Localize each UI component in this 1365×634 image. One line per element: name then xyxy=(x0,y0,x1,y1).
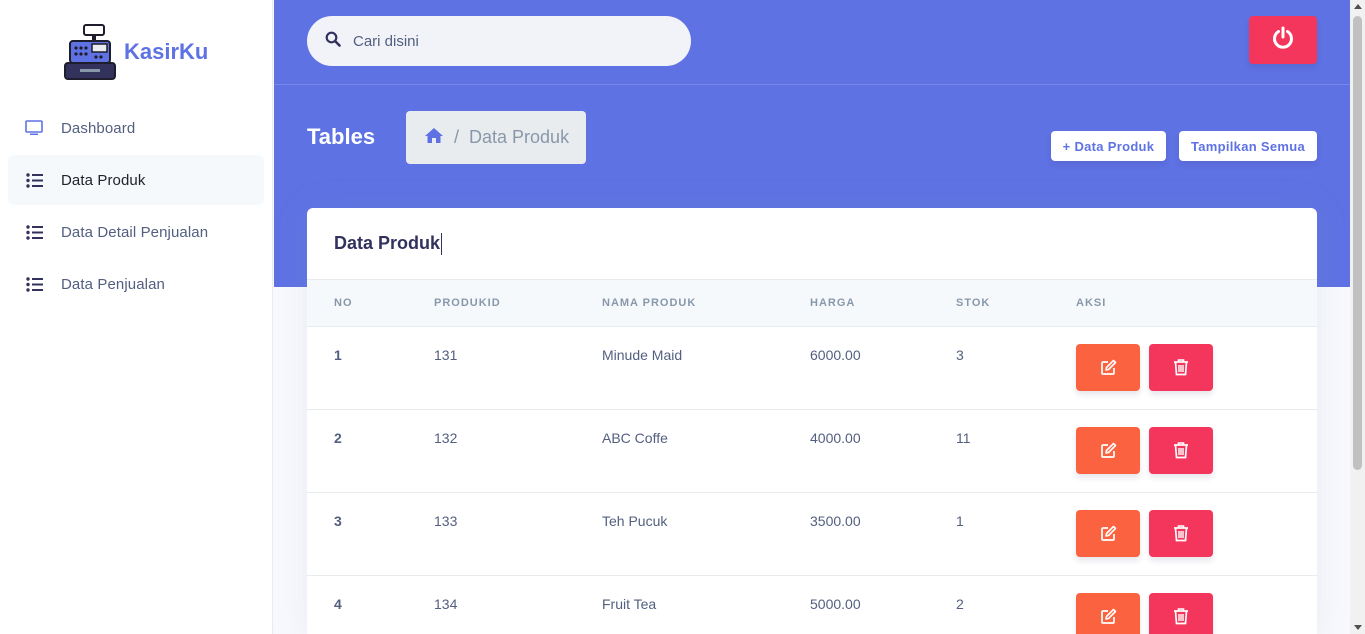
sidebar-item-data-detail-penjualan[interactable]: Data Detail Penjualan xyxy=(8,207,264,257)
monitor-icon xyxy=(24,118,44,138)
cell-produkid: 132 xyxy=(434,429,458,446)
scroll-up-icon[interactable] xyxy=(1354,4,1362,9)
edit-icon xyxy=(1100,608,1116,624)
cell-aksi xyxy=(1076,409,1317,492)
logout-button[interactable] xyxy=(1249,16,1317,64)
cell-nama-produk: Minude Maid xyxy=(602,346,683,363)
cell-stok: 1 xyxy=(956,512,964,529)
cell-produkid: 134 xyxy=(434,595,458,612)
search-icon xyxy=(325,31,341,52)
breadcrumb-separator: / xyxy=(454,127,460,147)
brand-name: KasirKu xyxy=(124,39,209,64)
sidebar-item-label: Data Detail Penjualan xyxy=(61,223,209,241)
table-row: 1 131 Minude Maid 6000.00 3 xyxy=(307,326,1317,409)
main-content: Tables / Data Produk + Data Produk Tampi… xyxy=(274,0,1350,634)
list-icon xyxy=(24,274,44,294)
sidebar-item-dashboard[interactable]: Dashboard xyxy=(8,103,264,153)
breadcrumb-current: Data Produk xyxy=(469,127,570,147)
cell-stok: 11 xyxy=(956,429,971,446)
trash-icon xyxy=(1174,359,1188,376)
sidebar-item-label: Data Produk xyxy=(61,171,146,189)
column-header-harga[interactable]: HARGA xyxy=(810,280,956,327)
sidebar-item-data-penjualan[interactable]: Data Penjualan xyxy=(8,259,264,309)
column-header-produkid[interactable]: PRODUKID xyxy=(434,280,602,327)
topbar xyxy=(274,0,1350,85)
table-row: 2 132 ABC Coffe 4000.00 11 xyxy=(307,409,1317,492)
card-title: Data Produk xyxy=(334,233,441,253)
product-table: NO PRODUKID NAMA PRODUK HARGA STOK AKSI … xyxy=(307,280,1317,634)
cell-stok: 3 xyxy=(956,346,964,363)
edit-icon xyxy=(1100,442,1116,458)
cell-nama-produk: ABC Coffe xyxy=(602,429,668,446)
column-header-no[interactable]: NO xyxy=(307,280,434,327)
cell-no: 2 xyxy=(334,429,342,446)
cell-harga: 4000.00 xyxy=(810,429,861,446)
scrollbar-thumb[interactable] xyxy=(1353,16,1362,470)
delete-button[interactable] xyxy=(1149,343,1213,391)
cell-no: 1 xyxy=(334,346,342,363)
page-title: Tables xyxy=(307,124,376,149)
table-row: 4 134 Fruit Tea 5000.00 2 xyxy=(307,575,1317,634)
page-scrollbar[interactable] xyxy=(1350,0,1365,634)
cell-no: 3 xyxy=(334,512,342,529)
sidebar-nav: Dashboard Data Produk Data Detail Penjua… xyxy=(8,103,264,311)
product-table-card: Data Produk NO PRODUKID NAMA PRODUK HARG… xyxy=(307,208,1317,634)
edit-button[interactable] xyxy=(1076,426,1140,474)
sidebar-item-data-produk[interactable]: Data Produk xyxy=(8,155,264,205)
edit-icon xyxy=(1100,359,1116,375)
table-row: 3 133 Teh Pucuk 3500.00 1 xyxy=(307,492,1317,575)
cell-nama-produk: Teh Pucuk xyxy=(602,512,668,529)
column-header-nama-produk[interactable]: NAMA PRODUK xyxy=(602,280,810,327)
cell-harga: 3500.00 xyxy=(810,512,861,529)
show-all-button[interactable]: Tampilkan Semua xyxy=(1179,131,1317,161)
list-icon xyxy=(24,222,44,242)
list-icon xyxy=(24,170,44,190)
trash-icon xyxy=(1174,608,1188,625)
add-product-button[interactable]: + Data Produk xyxy=(1051,131,1166,161)
delete-button[interactable] xyxy=(1149,509,1213,557)
column-header-aksi: AKSI xyxy=(1076,280,1317,327)
column-header-stok[interactable]: STOK xyxy=(956,280,1076,327)
trash-icon xyxy=(1174,442,1188,459)
power-icon xyxy=(1271,26,1295,55)
sidebar: KasirKu Dashboard Data Produk Data Detai… xyxy=(0,0,273,634)
home-icon[interactable] xyxy=(424,127,444,149)
delete-button[interactable] xyxy=(1149,426,1213,474)
card-title-row: Data Produk xyxy=(307,208,1317,280)
cell-aksi xyxy=(1076,575,1317,634)
edit-icon xyxy=(1100,525,1116,541)
cell-aksi xyxy=(1076,492,1317,575)
text-cursor xyxy=(441,232,443,255)
cell-harga: 5000.00 xyxy=(810,595,861,612)
search-input[interactable] xyxy=(353,32,653,50)
cell-aksi xyxy=(1076,326,1317,409)
scroll-down-icon[interactable] xyxy=(1354,625,1362,630)
cell-produkid: 131 xyxy=(434,346,458,363)
brand-logo[interactable]: KasirKu xyxy=(62,22,208,82)
cell-stok: 2 xyxy=(956,595,964,612)
trash-icon xyxy=(1174,525,1188,542)
cash-register-icon xyxy=(64,24,116,80)
cell-produkid: 133 xyxy=(434,512,458,529)
cell-nama-produk: Fruit Tea xyxy=(602,595,657,612)
sidebar-item-label: Dashboard xyxy=(61,119,136,137)
edit-button[interactable] xyxy=(1076,592,1140,634)
breadcrumb: / Data Produk xyxy=(406,111,587,164)
delete-button[interactable] xyxy=(1149,592,1213,634)
edit-button[interactable] xyxy=(1076,509,1140,557)
table-header-row: NO PRODUKID NAMA PRODUK HARGA STOK AKSI xyxy=(307,280,1317,327)
sidebar-item-label: Data Penjualan xyxy=(61,275,165,293)
search-bar[interactable] xyxy=(307,16,691,66)
edit-button[interactable] xyxy=(1076,343,1140,391)
cell-no: 4 xyxy=(334,595,342,612)
cell-harga: 6000.00 xyxy=(810,346,861,363)
